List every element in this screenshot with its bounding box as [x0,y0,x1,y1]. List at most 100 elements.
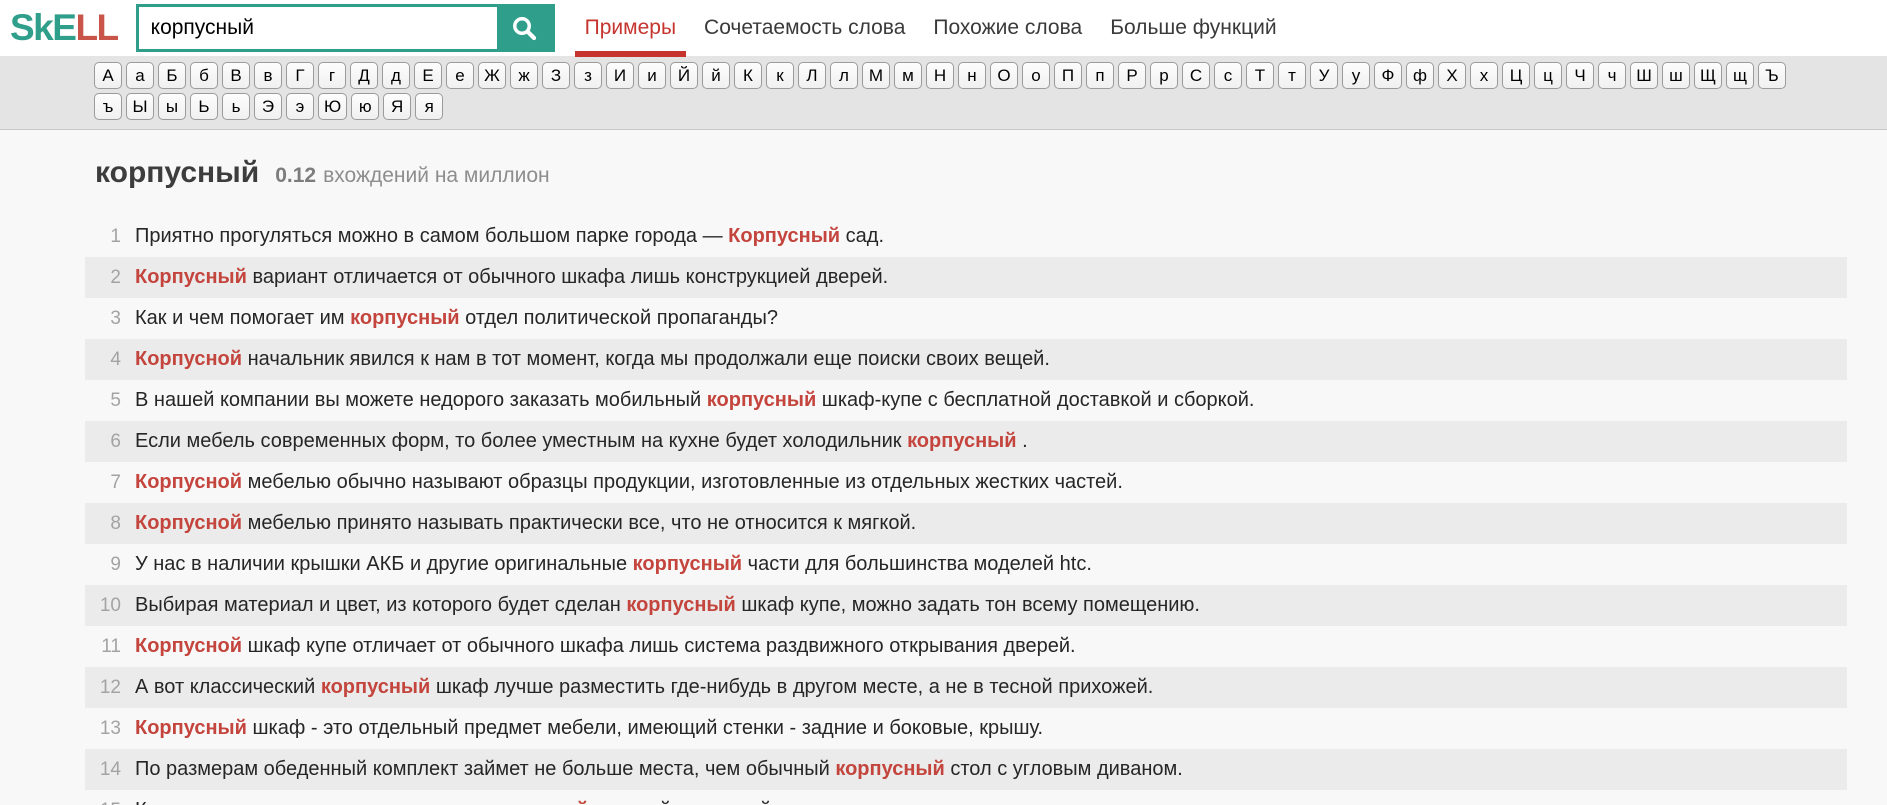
letter-button[interactable]: с [1214,62,1242,89]
letter-button[interactable]: Ь [190,93,218,120]
letter-button[interactable]: я [415,93,443,120]
letter-button[interactable]: у [1342,62,1370,89]
letter-button[interactable]: л [830,62,858,89]
letter-button[interactable]: А [94,62,122,89]
letter-button[interactable]: Ю [318,93,347,120]
sentence-text: мебелью обычно называют образцы продукци… [242,471,1123,493]
letter-button[interactable]: З [542,62,570,89]
letter-button[interactable]: е [446,62,474,89]
letter-button[interactable]: Л [798,62,826,89]
letter-button[interactable]: Х [1438,62,1466,89]
example-number: 11 [85,636,121,658]
keyword-highlight: корпусный [633,553,742,575]
letter-button[interactable]: ф [1406,62,1434,89]
keyword-highlight: корпусный [707,389,816,411]
letter-button[interactable]: х [1470,62,1498,89]
letter-button[interactable]: Ф [1374,62,1402,89]
letter-button[interactable]: ц [1534,62,1562,89]
letter-button[interactable]: Ц [1502,62,1530,89]
letter-button[interactable]: В [222,62,250,89]
letter-button[interactable]: з [574,62,602,89]
letter-button[interactable]: Е [414,62,442,89]
letter-button[interactable]: в [254,62,282,89]
letter-button[interactable]: р [1150,62,1178,89]
search-form [136,4,555,52]
example-sentence: Корпусной мебелью принято называть практ… [135,512,926,535]
letter-button[interactable]: ь [222,93,250,120]
example-row: 13Корпусный шкаф - это отдельный предмет… [85,708,1847,749]
letter-button[interactable]: щ [1726,62,1754,89]
letter-button[interactable]: О [990,62,1018,89]
letter-button[interactable]: Ш [1630,62,1658,89]
letter-button[interactable]: Т [1246,62,1274,89]
letter-button[interactable]: п [1086,62,1114,89]
example-number: 12 [85,677,121,699]
keyword-highlight: Корпусный [135,717,247,739]
sentence-text: шкаф купе, можно задать тон всему помеще… [736,594,1200,616]
result-headline: корпусный 0.12 вхождений на миллион [95,156,1887,190]
letter-button[interactable]: Д [350,62,378,89]
nav-item-1[interactable]: Примеры [571,0,690,56]
skell-logo[interactable]: SkELL [10,0,118,56]
keyword-highlight: Корпусной [135,348,242,370]
letter-button[interactable]: г [318,62,346,89]
letter-button[interactable]: ы [158,93,186,120]
letter-button[interactable]: Р [1118,62,1146,89]
letter-button[interactable]: Э [254,93,282,120]
letter-button[interactable]: т [1278,62,1306,89]
logo-text-red: LL [75,0,117,56]
letter-button[interactable]: К [734,62,762,89]
letter-button[interactable]: б [190,62,218,89]
letter-button[interactable]: Н [926,62,954,89]
letter-button[interactable]: Г [286,62,314,89]
letter-button[interactable]: Ж [478,62,506,89]
header: SkELL ПримерыСочетаемость словаПохожие с… [0,0,1887,56]
letter-button[interactable]: э [286,93,314,120]
headword: корпусный [95,156,259,190]
letter-button[interactable]: Ы [126,93,154,120]
letter-button[interactable]: к [766,62,794,89]
letter-button[interactable]: а [126,62,154,89]
nav-item-3[interactable]: Похожие слова [919,0,1096,56]
keyword-highlight: корпусный [479,799,588,805]
letter-button[interactable]: Й [670,62,698,89]
letter-button[interactable]: н [958,62,986,89]
keyword-highlight: корпусный [350,307,459,329]
nav-item-2[interactable]: Сочетаемость слова [690,0,919,56]
letter-button[interactable]: ю [351,93,379,120]
sentence-text: отдел политической пропаганды? [460,307,778,329]
example-sentence: Корпусной шкаф купе отличает от обычного… [135,635,1086,658]
letter-button[interactable]: Б [158,62,186,89]
letter-button[interactable]: ж [510,62,538,89]
letter-button[interactable]: й [702,62,730,89]
sentence-text: В нашей компании вы можете недорого зака… [135,389,707,411]
letter-button[interactable]: ш [1662,62,1690,89]
nav-item-4[interactable]: Больше функций [1096,0,1290,56]
letter-button[interactable]: о [1022,62,1050,89]
letter-button[interactable]: М [862,62,890,89]
example-number: 8 [85,513,121,535]
letter-button[interactable]: Ч [1566,62,1594,89]
example-number: 15 [85,800,121,805]
letter-button[interactable]: Ъ [1758,62,1786,89]
letter-button[interactable]: д [382,62,410,89]
letter-button[interactable]: и [638,62,666,89]
letter-button[interactable]: ъ [94,93,122,120]
keyword-highlight: корпусный [907,430,1016,452]
letter-button[interactable]: У [1310,62,1338,89]
letter-button[interactable]: И [606,62,634,89]
letter-button[interactable]: Щ [1694,62,1722,89]
sentence-text: . [1017,430,1028,452]
example-sentence: У нас в наличии крышки АКБ и другие ориг… [135,553,1102,576]
letter-button[interactable]: Я [383,93,411,120]
sentence-text: шкаф - это отдельный предмет мебели, име… [247,717,1043,739]
letter-button[interactable]: С [1182,62,1210,89]
letter-button[interactable]: м [894,62,922,89]
sentence-text: шкаф купе отличает от обычного шкафа лиш… [242,635,1076,657]
sentence-text: вариант отличается от обычного шкафа лиш… [247,266,888,288]
example-number: 2 [85,267,121,289]
letter-button[interactable]: П [1054,62,1082,89]
search-button[interactable] [497,7,552,49]
search-input[interactable] [139,7,497,49]
letter-button[interactable]: ч [1598,62,1626,89]
